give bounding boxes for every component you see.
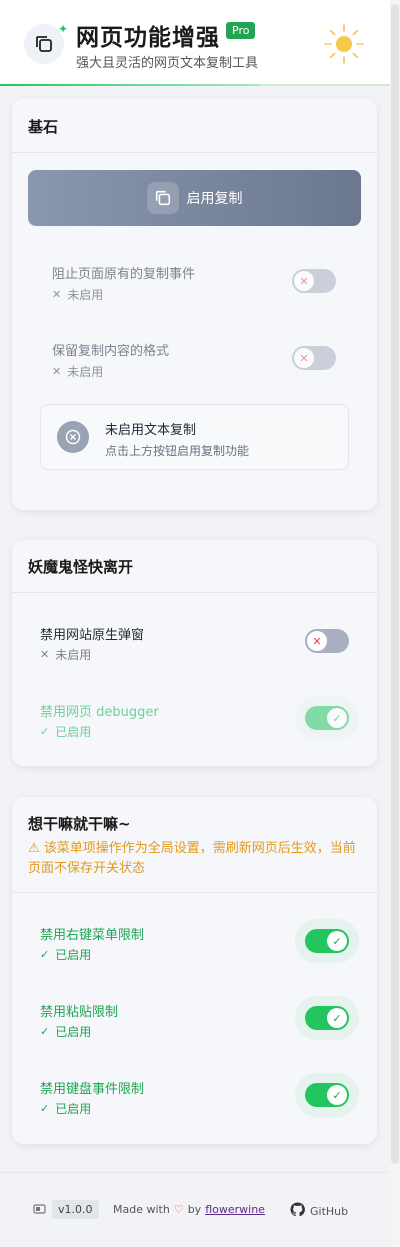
keep-format-status: ✕ 未启用 (52, 365, 104, 379)
global-setting-warning: ⚠ 该菜单项操作作为全局设置，需刷新网页后生效，当前页面不保存开关状态 (28, 841, 356, 876)
check-icon: ✓ (40, 1025, 50, 1038)
disable-paste-label: 禁用粘贴限制 (40, 1005, 119, 1020)
disable-contextmenu-toggle[interactable]: ✓ (305, 929, 349, 953)
disable-keyboard-toggle[interactable]: ✓ (305, 1083, 349, 1107)
block-copy-events-status: ✕ 未启用 (52, 288, 104, 302)
copy-icon (146, 182, 179, 214)
author-link[interactable]: flowerwine (205, 1203, 265, 1216)
sparkle-icon: ✦ (57, 22, 68, 36)
sun-icon[interactable] (322, 22, 366, 66)
section-anti-annoyance: 妖魔鬼怪快离开 禁用网站原生弹窗 ✕ 未启用 ✕ 禁用网页 debugger ✓ 已… (12, 540, 377, 766)
divider (12, 152, 377, 153)
copy-icon: ✦ (24, 22, 68, 64)
x-icon: ✕ (40, 648, 50, 661)
footer: v1.0.0 Made with ♡ by flowerwine GitHub (0, 1172, 390, 1247)
check-icon: ✓ (40, 725, 50, 738)
divider (12, 592, 377, 593)
app-subtitle: 强大且灵活的网页文本复制工具 (76, 56, 259, 71)
disable-paste-toggle[interactable]: ✓ (305, 1006, 349, 1030)
scrollbar[interactable] (390, 0, 400, 1247)
section-basics: 基石 启用复制 阻止页面原有的复制事件 ✕ 未启用 ✕ 保留复制内容的格式 ✕ 未启… (12, 98, 377, 510)
disable-keyboard-label: 禁用键盘事件限制 (40, 1082, 145, 1097)
x-icon: ✕ (294, 348, 314, 368)
block-copy-events-toggle[interactable]: ✕ (292, 269, 336, 293)
disable-paste-status: ✓ 已启用 (40, 1025, 92, 1039)
disable-contextmenu-label: 禁用右键菜单限制 (40, 928, 145, 943)
warning-icon: ⚠ (28, 841, 40, 856)
disable-contextmenu-status: ✓ 已启用 (40, 948, 92, 962)
disable-debugger-label: 禁用网页 debugger (40, 705, 159, 720)
x-icon: ✕ (52, 288, 62, 301)
app-title: 网页功能增强 (76, 25, 220, 51)
section-do-anything: 想干嘛就干嘛~ ⚠ 该菜单项操作作为全局设置，需刷新网页后生效，当前页面不保存开… (12, 797, 377, 1144)
check-icon: ✓ (327, 1008, 347, 1028)
section-title: 想干嘛就干嘛~ (28, 815, 131, 833)
x-icon: ✕ (52, 365, 62, 378)
close-circle-icon (57, 421, 89, 453)
battery-icon (33, 1204, 47, 1214)
header-accent-line (0, 84, 260, 86)
disable-debugger-status: ✓ 已启用 (40, 725, 92, 739)
enable-copy-button[interactable]: 启用复制 (28, 170, 361, 226)
disable-popup-label: 禁用网站原生弹窗 (40, 628, 145, 643)
heart-icon: ♡ (173, 1203, 184, 1216)
disable-popup-status: ✕ 未启用 (40, 648, 92, 662)
section-title: 基石 (28, 118, 59, 136)
divider (12, 892, 377, 893)
copy-status-info: 未启用文本复制 点击上方按钮启用复制功能 (40, 404, 349, 470)
info-title: 未启用文本复制 (105, 423, 197, 438)
github-link[interactable]: GitHub (290, 1202, 348, 1220)
enable-copy-label: 启用复制 (186, 191, 243, 207)
made-with-text: Made with ♡ by flowerwine (113, 1203, 265, 1216)
keep-format-toggle[interactable]: ✕ (292, 346, 336, 370)
check-icon: ✓ (40, 1102, 50, 1115)
github-icon (290, 1202, 305, 1220)
x-icon: ✕ (294, 271, 314, 291)
check-icon: ✓ (327, 931, 347, 951)
section-title: 妖魔鬼怪快离开 (28, 558, 134, 576)
check-icon: ✓ (327, 708, 347, 728)
block-copy-events-label: 阻止页面原有的复制事件 (52, 267, 196, 282)
version-badge: v1.0.0 (52, 1200, 99, 1219)
check-icon: ✓ (327, 1085, 347, 1105)
pro-badge: Pro (226, 22, 256, 39)
disable-keyboard-status: ✓ 已启用 (40, 1102, 92, 1116)
scrollbar-thumb[interactable] (391, 4, 399, 1164)
disable-popup-toggle[interactable]: ✕ (305, 629, 349, 653)
x-icon: ✕ (307, 631, 327, 651)
disable-debugger-toggle[interactable]: ✓ (305, 706, 349, 730)
check-icon: ✓ (40, 948, 50, 961)
app-header: ✦ 网页功能增强 Pro 强大且灵活的网页文本复制工具 (0, 0, 390, 86)
keep-format-label: 保留复制内容的格式 (52, 344, 170, 359)
info-desc: 点击上方按钮启用复制功能 (105, 444, 250, 458)
